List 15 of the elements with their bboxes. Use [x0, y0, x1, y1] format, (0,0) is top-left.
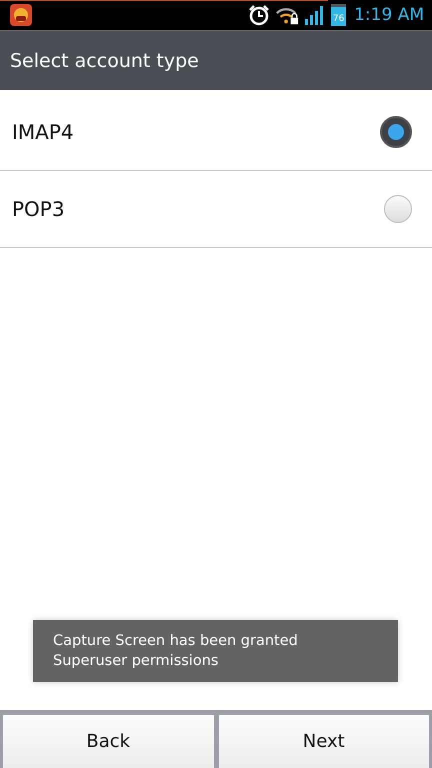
back-button[interactable]: Back	[3, 715, 214, 768]
screen-title: Select account type	[10, 50, 199, 72]
next-button[interactable]: Next	[218, 715, 429, 768]
account-type-option[interactable]: POP3	[0, 171, 432, 248]
app-notification-icon	[10, 4, 32, 26]
battery-level: 76	[332, 13, 344, 26]
toast-text: Capture Screen has been granted	[53, 632, 299, 651]
toast-text: Superuser permissions	[53, 652, 220, 671]
radio-button[interactable]	[384, 195, 412, 223]
option-label: POP3	[12, 197, 65, 221]
account-type-option[interactable]: IMAP4	[0, 94, 432, 171]
alarm-clock-icon	[247, 4, 272, 26]
option-label: IMAP4	[12, 120, 74, 144]
radio-button[interactable]	[380, 116, 412, 148]
clock-time: 1:19 AM	[354, 5, 424, 25]
